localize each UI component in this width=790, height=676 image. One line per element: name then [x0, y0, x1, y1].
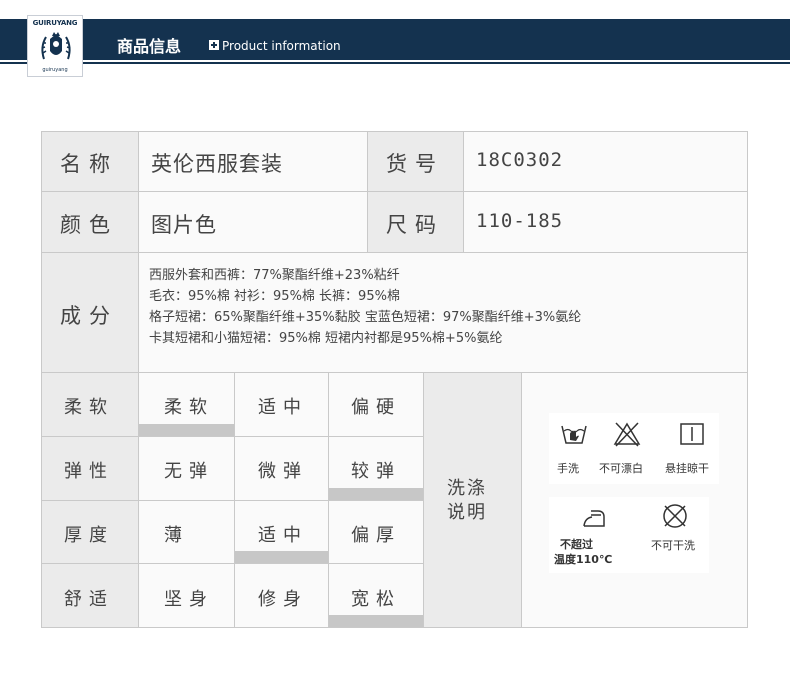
selected-indicator	[235, 551, 328, 563]
color-value: 图片色	[151, 213, 217, 237]
care-title-line-2: 说明	[447, 502, 487, 523]
crest-icon	[41, 32, 71, 60]
selected-indicator	[329, 488, 423, 500]
composition-line-1: 西服外套和西裤：77%聚酯纤维+23%粘纤	[149, 268, 400, 283]
logo-brand-text: GUIRUYANG	[32, 19, 78, 27]
hang-dry-label: 悬挂晾干	[665, 462, 709, 475]
elasticity-option-3: 较弹	[329, 437, 424, 501]
thickness-option-2: 适中	[235, 501, 329, 564]
name-value-cell: 英伦西服套装	[139, 132, 368, 192]
sku-label: 货号	[386, 152, 444, 176]
softness-label-cell: 柔软	[42, 373, 139, 437]
care-title-line-1: 洗涤	[447, 478, 487, 499]
care-icons-cell: 手洗 不可漂白 悬挂晾干 不超过 温度110℃ 不可干洗	[522, 373, 748, 628]
elasticity-label: 弹性	[64, 461, 114, 482]
option-label: 薄	[164, 525, 189, 546]
elasticity-option-1: 无弹	[139, 437, 235, 501]
option-label: 较弹	[351, 461, 401, 482]
thickness-label-cell: 厚度	[42, 501, 139, 564]
hand-wash-icon	[561, 425, 587, 444]
option-label: 柔软	[164, 397, 214, 418]
iron-label-line-1: 不超过	[560, 538, 593, 551]
option-label: 修身	[258, 589, 308, 610]
comfort-option-1: 坚身	[139, 564, 235, 628]
brand-logo: GUIRUYANG guiruyang	[27, 15, 83, 77]
elasticity-option-2: 微弹	[235, 437, 329, 501]
name-label-cell: 名称	[42, 132, 139, 192]
comfort-option-3: 宽松	[329, 564, 424, 628]
thickness-label: 厚度	[64, 525, 114, 546]
composition-label: 成分	[60, 304, 118, 328]
care-icons-panel-top: 手洗 不可漂白 悬挂晾干	[549, 413, 719, 484]
size-label: 尺码	[386, 213, 444, 237]
name-label: 名称	[60, 152, 118, 176]
option-label: 坚身	[164, 589, 214, 610]
header-title-cn: 商品信息	[117, 37, 182, 56]
comfort-option-2: 修身	[235, 564, 329, 628]
no-dry-clean-icon	[663, 504, 687, 528]
option-label: 无弹	[164, 461, 214, 482]
iron-label-line-2: 温度110℃	[554, 553, 613, 566]
comfort-label: 舒适	[64, 589, 114, 610]
composition-label-cell: 成分	[42, 253, 139, 373]
composition-line-2: 毛衣：95%棉 衬衫：95%棉 长裤：95%棉	[149, 289, 400, 304]
color-label-cell: 颜色	[42, 192, 139, 253]
softness-label: 柔软	[64, 397, 114, 418]
care-icons-panel-bottom: 不超过 温度110℃ 不可干洗	[549, 497, 709, 573]
option-label: 偏硬	[351, 397, 401, 418]
selected-indicator	[329, 615, 423, 627]
no-bleach-label: 不可漂白	[599, 462, 643, 475]
care-title-cell: 洗涤 说明	[424, 373, 522, 628]
hang-dry-icon	[680, 423, 704, 445]
thickness-option-3: 偏厚	[329, 501, 424, 564]
sku-value: 18C0302	[476, 149, 564, 171]
option-label: 宽松	[351, 589, 401, 610]
name-value: 英伦西服套装	[151, 152, 283, 176]
no-dry-clean-label: 不可干洗	[651, 539, 695, 552]
option-label: 偏厚	[351, 525, 401, 546]
color-label: 颜色	[60, 213, 118, 237]
sku-value-cell: 18C0302	[464, 132, 748, 192]
iron-icon	[583, 510, 605, 527]
size-value: 110-185	[476, 210, 564, 232]
composition-value-cell: 西服外套和西裤：77%聚酯纤维+23%粘纤 毛衣：95%棉 衬衫：95%棉 长裤…	[139, 253, 748, 373]
header-title-en: Product information	[222, 39, 341, 53]
elasticity-label-cell: 弹性	[42, 437, 139, 501]
thickness-option-1: 薄	[139, 501, 235, 564]
composition-line-4: 卡其短裙和小猫短裙：95%棉 短裙内衬都是95%棉+5%氨纶	[149, 331, 503, 346]
composition-line-3: 格子短裙：65%聚酯纤维+35%黏胶 宝蓝色短裙：97%聚酯纤维+3%氨纶	[149, 310, 582, 325]
softness-option-2: 适中	[235, 373, 329, 437]
logo-tagline: guiruyang	[42, 67, 68, 73]
color-value-cell: 图片色	[139, 192, 368, 253]
plus-icon	[209, 40, 219, 50]
size-value-cell: 110-185	[464, 192, 748, 253]
comfort-label-cell: 舒适	[42, 564, 139, 628]
option-label: 适中	[258, 525, 308, 546]
no-bleach-icon	[613, 422, 641, 447]
header-divider	[0, 62, 790, 64]
softness-option-3: 偏硬	[329, 373, 424, 437]
option-label: 适中	[258, 397, 308, 418]
softness-option-1: 柔软	[139, 373, 235, 437]
option-label: 微弹	[258, 461, 308, 482]
size-label-cell: 尺码	[368, 192, 464, 253]
hand-wash-label: 手洗	[557, 462, 579, 475]
sku-label-cell: 货号	[368, 132, 464, 192]
selected-indicator	[139, 424, 234, 436]
